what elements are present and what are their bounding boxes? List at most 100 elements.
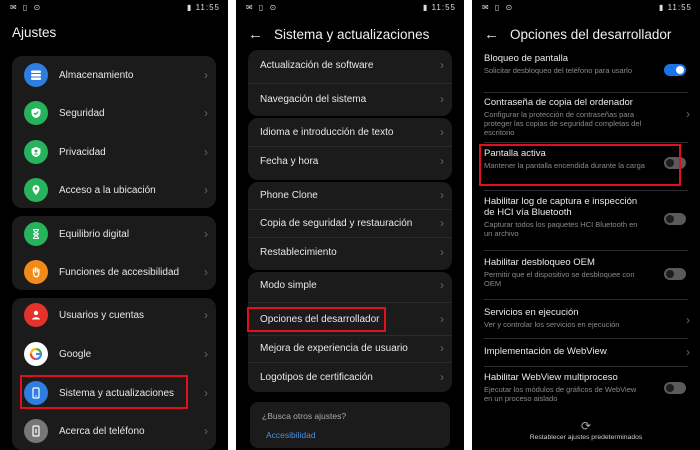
chevron-right-icon: › — [440, 216, 444, 230]
page-title: Sistema y actualizaciones — [274, 26, 430, 42]
option-subtitle: Configurar la protección de contraseñas … — [484, 110, 642, 137]
user-icon — [24, 303, 48, 327]
chevron-right-icon: › — [204, 424, 208, 438]
option-subtitle: Ver y controlar los servicios en ejecuci… — [484, 320, 620, 329]
chevron-right-icon: › — [204, 347, 208, 361]
item-label: Privacidad — [59, 146, 106, 158]
menu-item-restablecimiento[interactable]: Restablecimiento › — [248, 242, 452, 262]
hci-bluetooth-toggle[interactable] — [664, 213, 686, 225]
hand-icon — [24, 260, 48, 284]
chevron-right-icon: › — [440, 58, 444, 72]
settings-item-acerca[interactable]: Acerca del teléfono › — [12, 418, 216, 444]
divider — [248, 362, 452, 363]
status-bar: ✉ ▯ ⊙ ▮ 11:55 — [0, 0, 228, 16]
status-right: ▮ 11:55 — [659, 3, 692, 12]
divider — [248, 302, 452, 303]
chevron-right-icon: › — [440, 312, 444, 326]
divider — [484, 366, 688, 367]
sistema-screen: ✉ ▯ ⊙ ▮ 11:55 ← Sistema y actualizacione… — [236, 0, 464, 450]
privacy-icon — [24, 140, 48, 164]
settings-item-almacenamiento[interactable]: Almacenamiento › — [12, 62, 216, 88]
divider — [484, 299, 688, 300]
menu-item-fecha[interactable]: Fecha y hora › — [248, 151, 452, 171]
divider — [484, 142, 688, 143]
option-title: Servicios en ejecución — [484, 307, 579, 318]
item-label: Logotipos de certificación — [260, 371, 373, 383]
desbloqueo-oem-toggle[interactable] — [664, 268, 686, 280]
settings-item-seguridad[interactable]: Seguridad › — [12, 100, 216, 126]
item-label: Phone Clone — [260, 189, 318, 201]
item-label: Seguridad — [59, 107, 105, 119]
divider — [248, 146, 452, 147]
menu-item-actualizacion[interactable]: Actualización de software › — [248, 55, 452, 75]
dev-option-servicios-ejecucion[interactable]: Servicios en ejecución Ver y controlar l… — [484, 307, 664, 329]
settings-item-usuarios[interactable]: Usuarios y cuentas › — [12, 302, 216, 328]
item-label: Almacenamiento — [59, 69, 134, 81]
settings-item-google[interactable]: Google › — [12, 341, 216, 367]
back-arrow-icon[interactable]: ← — [248, 26, 264, 43]
dev-option-desbloqueo-oem[interactable]: Habilitar desbloqueo OEM Permitir que el… — [484, 257, 646, 288]
chevron-right-icon: › — [686, 313, 690, 327]
menu-item-idioma[interactable]: Idioma e introducción de texto › — [248, 122, 452, 142]
menu-item-modo-simple[interactable]: Modo simple › — [248, 275, 452, 295]
item-label: Copia de seguridad y restauración — [260, 217, 413, 229]
chevron-right-icon: › — [440, 370, 444, 384]
option-subtitle: Solicitar desbloqueo del teléfono para u… — [484, 66, 633, 75]
dev-option-webview[interactable]: Implementación de WebView — [484, 346, 664, 357]
status-notification-icons: ✉ ▯ ⊙ — [10, 3, 43, 12]
highlight-box — [479, 144, 681, 186]
divider — [484, 92, 688, 93]
menu-item-phone-clone[interactable]: Phone Clone › — [248, 185, 452, 205]
battery-icon: ▮ — [186, 3, 196, 12]
settings-item-ubicacion[interactable]: Acceso a la ubicación › — [12, 177, 216, 203]
battery-icon: ▮ — [658, 3, 668, 12]
status-time: 11:55 — [195, 3, 220, 12]
divider — [484, 338, 688, 339]
menu-item-logotipos[interactable]: Logotipos de certificación › — [248, 367, 452, 387]
page-title: Ajustes — [12, 24, 57, 40]
search-question: ¿Busca otros ajustes? — [262, 411, 347, 421]
option-subtitle: Capturar todos los paquetes HCI Bluetoot… — [484, 220, 638, 238]
item-label: Restablecimiento — [260, 246, 337, 258]
divider — [248, 209, 452, 210]
bloqueo-pantalla-toggle[interactable] — [664, 64, 686, 76]
webview-multiproceso-toggle[interactable] — [664, 382, 686, 394]
restore-defaults-button[interactable]: ⟳ Restablecer ajustes predeterminados — [472, 420, 700, 441]
status-right: ▮ 11:55 — [423, 3, 456, 12]
battery-icon: ▮ — [422, 3, 432, 12]
settings-item-accesibilidad[interactable]: Funciones de accesibilidad › — [12, 259, 216, 285]
storage-icon — [24, 63, 48, 87]
item-label: Fecha y hora — [260, 155, 319, 167]
divider — [248, 83, 452, 84]
option-title: Contraseña de copia del ordenador — [484, 97, 633, 108]
dev-option-bloqueo-pantalla[interactable]: Bloqueo de pantalla Solicitar desbloqueo… — [484, 53, 650, 75]
status-time: 11:55 — [667, 3, 692, 12]
item-label: Usuarios y cuentas — [59, 309, 145, 321]
option-title: Habilitar desbloqueo OEM — [484, 257, 595, 268]
back-arrow-icon[interactable]: ← — [484, 26, 500, 43]
menu-item-navegacion[interactable]: Navegación del sistema › — [248, 89, 452, 109]
item-label: Equilibrio digital — [59, 228, 130, 240]
highlight-box — [20, 375, 188, 409]
menu-item-mejora-experiencia[interactable]: Mejora de experiencia de usuario › — [248, 338, 452, 358]
dev-option-webview-multiproceso[interactable]: Habilitar WebView multiproceso Ejecutar … — [484, 372, 646, 403]
security-shield-icon — [24, 101, 48, 125]
settings-item-equilibrio-digital[interactable]: Equilibrio digital › — [12, 221, 216, 247]
chevron-right-icon: › — [440, 188, 444, 202]
item-label: Google — [59, 348, 92, 360]
settings-item-privacidad[interactable]: Privacidad › — [12, 139, 216, 165]
dev-option-hci-bluetooth[interactable]: Habilitar log de captura e inspección de… — [484, 196, 646, 238]
item-label: Acerca del teléfono — [59, 425, 145, 437]
location-icon — [24, 178, 48, 202]
chevron-right-icon: › — [440, 278, 444, 292]
chevron-right-icon: › — [440, 154, 444, 168]
header: Ajustes — [12, 20, 216, 44]
dev-option-contrasena-copia[interactable]: Contraseña de copia del ordenador Config… — [484, 97, 664, 137]
hourglass-icon — [24, 222, 48, 246]
item-label: Navegación del sistema — [260, 93, 367, 105]
status-bar: ✉ ▯ ⊙ ▮ 11:55 — [472, 0, 700, 16]
chevron-right-icon: › — [440, 245, 444, 259]
menu-item-copia-seguridad[interactable]: Copia de seguridad y restauración › — [248, 213, 452, 233]
accesibilidad-link[interactable]: Accesibilidad — [266, 430, 316, 440]
option-subtitle: Ejecutar los módulos de gráficos de WebV… — [484, 385, 637, 403]
